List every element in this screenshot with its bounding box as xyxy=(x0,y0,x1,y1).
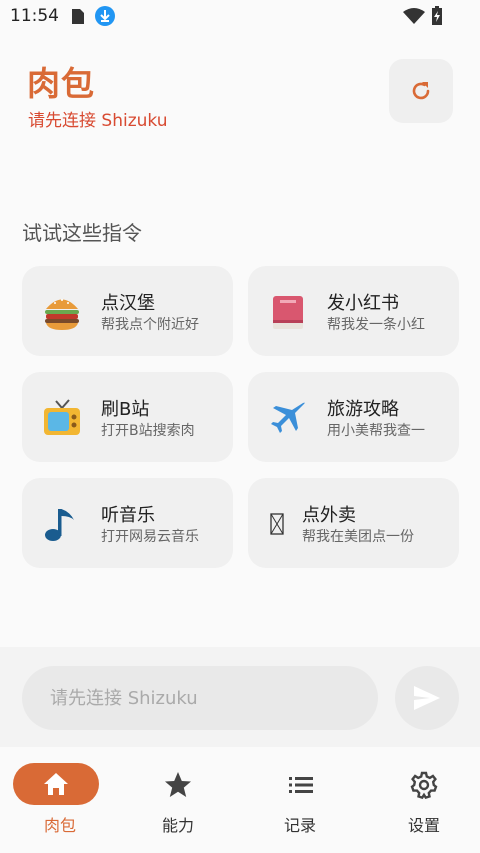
command-card-xiaohongshu[interactable]: 发小红书 帮我发一条小红 xyxy=(248,266,459,356)
battery-charging-icon xyxy=(432,6,442,25)
card-title: 听音乐 xyxy=(101,505,155,526)
nav-item-settings[interactable]: 设置 xyxy=(364,747,480,853)
card-desc: 打开网易云音乐 xyxy=(101,529,199,545)
nav-label: 记录 xyxy=(283,816,316,835)
card-title: 发小红书 xyxy=(327,293,399,314)
card-desc: 帮我发一条小红 xyxy=(327,317,425,333)
nav-label: 肉包 xyxy=(43,816,76,835)
card-desc: 帮我点个附近好 xyxy=(101,317,199,333)
status-bar: 11:54 xyxy=(0,0,480,32)
app-screen: { "status_bar": { "time": "11:54" }, "he… xyxy=(0,0,480,853)
tv-icon xyxy=(44,399,80,435)
refresh-button[interactable] xyxy=(389,59,453,123)
star-icon xyxy=(165,772,191,797)
music-note-icon xyxy=(45,509,74,541)
card-title: 点外卖 xyxy=(302,505,356,526)
book-icon xyxy=(273,296,303,329)
command-card-music[interactable]: 听音乐 打开网易云音乐 xyxy=(22,478,233,568)
command-card-bilibili[interactable]: 刷B站 打开B站搜索肉 xyxy=(22,372,233,462)
card-desc: 帮我在美团点一份 xyxy=(302,529,414,545)
send-icon xyxy=(414,686,440,710)
nav-item-history[interactable]: 记录 xyxy=(240,747,360,853)
command-input[interactable] xyxy=(22,666,378,730)
nav-label: 设置 xyxy=(407,816,440,835)
card-title: 旅游攻略 xyxy=(327,399,399,420)
nav-item-home[interactable]: 肉包 xyxy=(0,747,120,853)
nav-label: 能力 xyxy=(161,816,194,835)
download-icon xyxy=(95,6,115,26)
connection-status: 请先连接 Shizuku xyxy=(28,111,168,131)
hamburger-icon xyxy=(45,299,79,330)
home-icon xyxy=(44,773,68,795)
section-title: 试试这些指令 xyxy=(22,221,142,245)
card-title: 刷B站 xyxy=(101,399,150,420)
nav-item-abilities[interactable]: 能力 xyxy=(118,747,238,853)
status-time: 11:54 xyxy=(10,6,59,26)
app-title: 肉包 xyxy=(27,64,95,103)
wifi-icon xyxy=(403,8,425,24)
command-card-travel[interactable]: 旅游攻略 用小美帮我查一 xyxy=(248,372,459,462)
card-desc: 用小美帮我查一 xyxy=(327,423,425,439)
bottom-nav: 肉包 能力 记录 设置 xyxy=(0,747,480,853)
refresh-icon xyxy=(412,82,430,100)
send-button[interactable] xyxy=(395,666,459,730)
gear-icon xyxy=(410,771,438,799)
list-icon xyxy=(289,777,313,793)
airplane-icon xyxy=(271,402,305,433)
sim-card-icon xyxy=(72,9,84,24)
card-title: 点汉堡 xyxy=(101,293,155,314)
command-card-takeout[interactable]: 点外卖 帮我在美团点一份 xyxy=(248,478,459,568)
card-desc: 打开B站搜索肉 xyxy=(101,423,195,439)
missing-glyph-icon xyxy=(270,513,284,535)
command-card-hamburger[interactable]: 点汉堡 帮我点个附近好 xyxy=(22,266,233,356)
